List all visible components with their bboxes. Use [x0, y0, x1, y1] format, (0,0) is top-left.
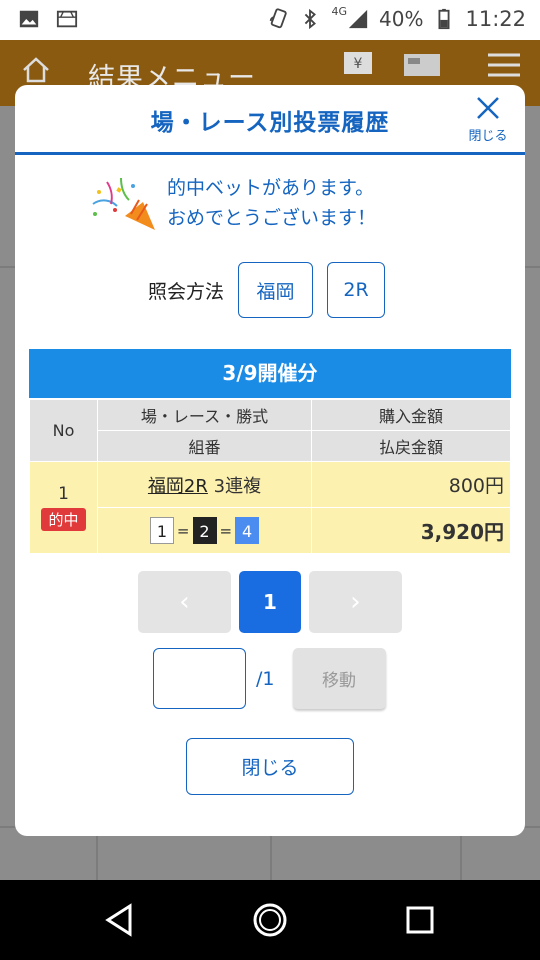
history-table: No 場・レース・勝式 購入金額 組番 払戻金額 1 的中 福岡2R 3連複 8…: [29, 399, 511, 554]
header-purchase: 購入金額: [311, 399, 511, 431]
combo-boat-2: 2: [192, 517, 217, 544]
party-popper-icon: [92, 177, 155, 230]
machine-icon: [404, 54, 440, 76]
gallery-icon: [19, 10, 39, 28]
table-row: 1 的中 福岡2R 3連複 800円: [29, 461, 511, 554]
purchase-amount: 800円: [311, 461, 511, 508]
query-method-row: 照会方法 福岡 2R: [148, 262, 399, 318]
combination-cell: 1 = 2 = 4: [97, 507, 312, 554]
combo-boat-1: 1: [149, 517, 174, 544]
race-cell: 福岡2R 3連複: [97, 461, 312, 508]
table-row-detail: 1 = 2 = 4 3,920円: [29, 507, 511, 554]
hit-badge: 的中: [41, 508, 86, 531]
nfc-icon: [270, 8, 288, 29]
yen-ticket-icon: ¥: [344, 52, 372, 74]
pagination: ‹ 1 ›: [138, 571, 402, 633]
page-number-input[interactable]: [153, 648, 246, 709]
congrats-line-1: 的中ベットがあります。: [167, 177, 375, 199]
bluetooth-icon: [305, 8, 317, 30]
page-total: /1: [256, 667, 275, 690]
recents-icon[interactable]: [402, 902, 438, 938]
cast-icon: [56, 10, 78, 28]
combo-separator: =: [176, 521, 190, 540]
clock: 11:22: [465, 7, 526, 31]
back-icon[interactable]: [102, 902, 138, 938]
signal-icon: [348, 9, 368, 29]
close-icon: [477, 97, 499, 119]
home-icon: [23, 57, 49, 83]
next-page-button[interactable]: ›: [309, 571, 402, 633]
close-button[interactable]: 閉じる: [186, 738, 354, 795]
svg-text:¥: ¥: [354, 56, 363, 72]
row-number: 1: [58, 484, 69, 504]
page-jump-row: /1 移動: [153, 648, 386, 709]
congrats-message: 的中ベットがあります。 おめでとうございます！: [87, 173, 376, 233]
modal-close-label: 閉じる: [468, 129, 508, 144]
modal-header: 場・レース別投票履歴 閉じる: [15, 85, 525, 155]
date-header: 3/9開催分: [29, 349, 511, 398]
header-combination: 組番: [97, 430, 312, 462]
modal-title: 場・レース別投票履歴: [150, 110, 390, 136]
navigation-bar: [0, 880, 540, 960]
modal-close-button[interactable]: 閉じる: [465, 95, 511, 145]
hamburger-menu-icon: [488, 53, 520, 77]
combo-boat-3: 4: [235, 517, 260, 544]
bet-history-modal: 場・レース別投票履歴 閉じる 的中ベットがあります。 おめでとうございます！ 照…: [15, 85, 525, 836]
battery-percent: 40%: [379, 7, 424, 31]
race-select-button[interactable]: 2R: [327, 262, 386, 318]
row-no-cell: 1 的中: [29, 461, 98, 554]
header-payout: 払戻金額: [311, 430, 511, 462]
bet-type: 3連複: [213, 475, 262, 497]
congrats-line-2: おめでとうございます！: [167, 207, 377, 229]
home-nav-icon[interactable]: [252, 902, 288, 938]
network-type: 4G: [331, 4, 348, 18]
status-bar: 4G 40% 11:22: [0, 0, 540, 40]
payout-amount: 3,920円: [311, 507, 511, 554]
query-method-label: 照会方法: [148, 280, 225, 303]
header-race-type: 場・レース・勝式: [97, 399, 312, 431]
move-button[interactable]: 移動: [292, 648, 386, 709]
current-page-button[interactable]: 1: [239, 571, 301, 633]
prev-page-button[interactable]: ‹: [138, 571, 231, 633]
header-no: No: [29, 399, 98, 462]
combo-separator: =: [219, 521, 233, 540]
battery-icon: [438, 8, 450, 30]
race-link[interactable]: 福岡2R: [148, 476, 208, 497]
venue-select-button[interactable]: 福岡: [238, 262, 314, 318]
